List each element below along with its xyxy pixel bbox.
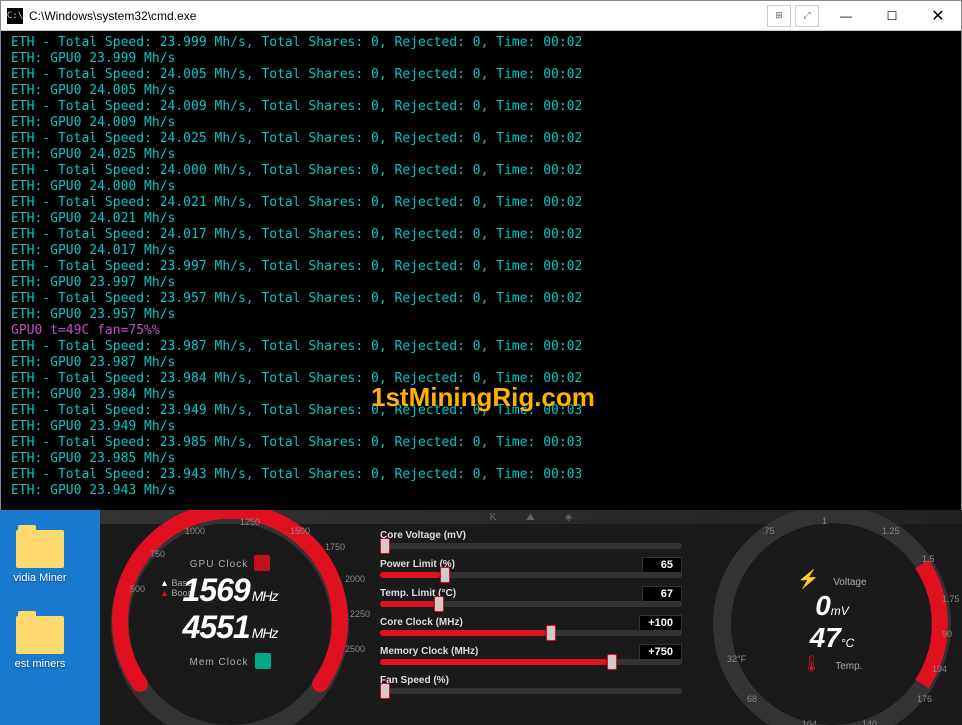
terminal-line: ETH - Total Speed: 23.997 Mh/s, Total Sh… bbox=[11, 259, 961, 275]
slider-core-clock-mhz-[interactable]: Core Clock (MHz) +100 bbox=[380, 617, 682, 636]
slider-power-limit-[interactable]: Power Limit (%) 65 bbox=[380, 559, 682, 578]
slider-value: 65 bbox=[642, 557, 682, 573]
terminal-line: ETH - Total Speed: 23.957 Mh/s, Total Sh… bbox=[11, 291, 961, 307]
mem-chip-icon bbox=[255, 653, 271, 669]
terminal-line: ETH: GPU0 24.017 Mh/s bbox=[11, 243, 961, 259]
slider-track[interactable] bbox=[380, 543, 682, 549]
voltage-value: 0mV bbox=[747, 590, 917, 622]
slider-label: Memory Clock (MHz) bbox=[380, 646, 682, 657]
slider-value: +750 bbox=[639, 644, 682, 660]
terminal-output[interactable]: ETH - Total Speed: 23.999 Mh/s, Total Sh… bbox=[1, 31, 961, 510]
terminal-line: ETH - Total Speed: 24.025 Mh/s, Total Sh… bbox=[11, 131, 961, 147]
terminal-line: ETH - Total Speed: 24.021 Mh/s, Total Sh… bbox=[11, 195, 961, 211]
terminal-line: ETH: GPU0 24.025 Mh/s bbox=[11, 147, 961, 163]
terminal-line: ETH: GPU0 24.009 Mh/s bbox=[11, 115, 961, 131]
terminal-line: ETH - Total Speed: 24.017 Mh/s, Total Sh… bbox=[11, 227, 961, 243]
gpu-clock-label: GPU Clock bbox=[190, 559, 248, 570]
slider-thumb[interactable] bbox=[607, 654, 617, 670]
cmd-window: C:\ C:\Windows\system32\cmd.exe ⊞ ⤢ — ☐ … bbox=[0, 0, 962, 510]
icon-label: est miners bbox=[4, 658, 76, 670]
terminal-line: ETH - Total Speed: 23.985 Mh/s, Total Sh… bbox=[11, 435, 961, 451]
afterburner-panel: K ⛰ ◈ 500 750 1000 1250 1500 1750 2000 2… bbox=[100, 510, 962, 725]
cmd-icon: C:\ bbox=[7, 8, 23, 24]
slider-value: +100 bbox=[639, 615, 682, 631]
minimize-button[interactable]: — bbox=[823, 1, 869, 31]
thermometer-icon: 🌡 bbox=[802, 656, 822, 673]
terminal-line: ETH - Total Speed: 23.987 Mh/s, Total Sh… bbox=[11, 339, 961, 355]
terminal-line: GPU0 t=49C fan=75%% bbox=[11, 323, 961, 339]
terminal-line: ETH: GPU0 23.997 Mh/s bbox=[11, 275, 961, 291]
folder-icon bbox=[16, 616, 64, 654]
terminal-line: ETH: GPU0 23.943 Mh/s bbox=[11, 483, 961, 499]
slider-track[interactable] bbox=[380, 601, 682, 607]
titlebar[interactable]: C:\ C:\Windows\system32\cmd.exe ⊞ ⤢ — ☐ … bbox=[1, 1, 961, 31]
slider-track[interactable] bbox=[380, 630, 682, 636]
window-title: C:\Windows\system32\cmd.exe bbox=[29, 9, 767, 23]
slider-thumb[interactable] bbox=[440, 567, 450, 583]
slider-thumb[interactable] bbox=[546, 625, 556, 641]
terminal-line: ETH - Total Speed: 23.943 Mh/s, Total Sh… bbox=[11, 467, 961, 483]
close-button[interactable]: ✕ bbox=[915, 1, 961, 31]
terminal-line: ETH: GPU0 23.987 Mh/s bbox=[11, 355, 961, 371]
gpu-chip-icon bbox=[254, 555, 270, 571]
mem-clock-label: Mem Clock bbox=[189, 657, 248, 668]
slider-track[interactable] bbox=[380, 572, 682, 578]
terminal-line: ETH - Total Speed: 23.999 Mh/s, Total Sh… bbox=[11, 35, 961, 51]
terminal-line: ETH: GPU0 24.021 Mh/s bbox=[11, 211, 961, 227]
slider-fan-speed-[interactable]: Fan Speed (%) bbox=[380, 675, 682, 694]
expand-icon[interactable]: ⤢ bbox=[795, 5, 819, 27]
slider-temp-limit-c-[interactable]: Temp. Limit (°C) 67 bbox=[380, 588, 682, 607]
slider-label: Temp. Limit (°C) bbox=[380, 588, 682, 599]
desktop-folder-test-miners[interactable]: est miners bbox=[4, 616, 76, 670]
terminal-line: ETH: GPU0 23.957 Mh/s bbox=[11, 307, 961, 323]
slider-label: Core Voltage (mV) bbox=[380, 530, 682, 541]
slider-core-voltage-mv-[interactable]: Core Voltage (mV) bbox=[380, 530, 682, 549]
terminal-line: ETH - Total Speed: 24.005 Mh/s, Total Sh… bbox=[11, 67, 961, 83]
deco-icon: ◈ bbox=[565, 512, 573, 523]
slider-track[interactable] bbox=[380, 688, 682, 694]
grid-icon[interactable]: ⊞ bbox=[767, 5, 791, 27]
slider-thumb[interactable] bbox=[380, 538, 390, 554]
maximize-button[interactable]: ☐ bbox=[869, 1, 915, 31]
slider-value: 67 bbox=[642, 586, 682, 602]
terminal-line: ETH - Total Speed: 24.009 Mh/s, Total Sh… bbox=[11, 99, 961, 115]
gpu-clock-gauge: 500 750 1000 1250 1500 1750 2000 2250 25… bbox=[100, 524, 360, 724]
slider-label: Power Limit (%) bbox=[380, 559, 682, 570]
bolt-icon: ⚡ bbox=[797, 569, 819, 589]
slider-thumb[interactable] bbox=[434, 596, 444, 612]
slider-label: Fan Speed (%) bbox=[380, 675, 682, 686]
icon-label: vidia Miner bbox=[4, 572, 76, 584]
terminal-line: ETH: GPU0 24.005 Mh/s bbox=[11, 83, 961, 99]
slider-thumb[interactable] bbox=[380, 683, 390, 699]
deco-icon: K bbox=[490, 512, 497, 523]
terminal-line: ETH: GPU0 23.985 Mh/s bbox=[11, 451, 961, 467]
terminal-line: ETH - Total Speed: 24.000 Mh/s, Total Sh… bbox=[11, 163, 961, 179]
desktop-folder-nvidia-miner[interactable]: vidia Miner bbox=[4, 530, 76, 584]
voltage-temp-gauge: .75 1 1.25 1.5 1.75 32°F 68 104 140 176 … bbox=[702, 524, 962, 724]
slider-label: Core Clock (MHz) bbox=[380, 617, 682, 628]
sliders-column: Link Core Voltage (mV) Power Limit (%) 6… bbox=[360, 524, 702, 724]
mem-clock-value: 4551MHz bbox=[150, 609, 310, 646]
slider-track[interactable] bbox=[380, 659, 682, 665]
terminal-line: ETH: GPU0 23.949 Mh/s bbox=[11, 419, 961, 435]
voltage-label: Voltage bbox=[833, 577, 866, 588]
terminal-line: ETH: GPU0 23.999 Mh/s bbox=[11, 51, 961, 67]
temp-value: 47°C bbox=[747, 622, 917, 654]
folder-icon bbox=[16, 530, 64, 568]
slider-memory-clock-mhz-[interactable]: Memory Clock (MHz) +750 bbox=[380, 646, 682, 665]
watermark-text: 1stMiningRig.com bbox=[371, 389, 595, 405]
temp-label: Temp. bbox=[835, 661, 862, 672]
deco-icon: ⛰ bbox=[526, 512, 534, 523]
terminal-line: ETH: GPU0 24.000 Mh/s bbox=[11, 179, 961, 195]
